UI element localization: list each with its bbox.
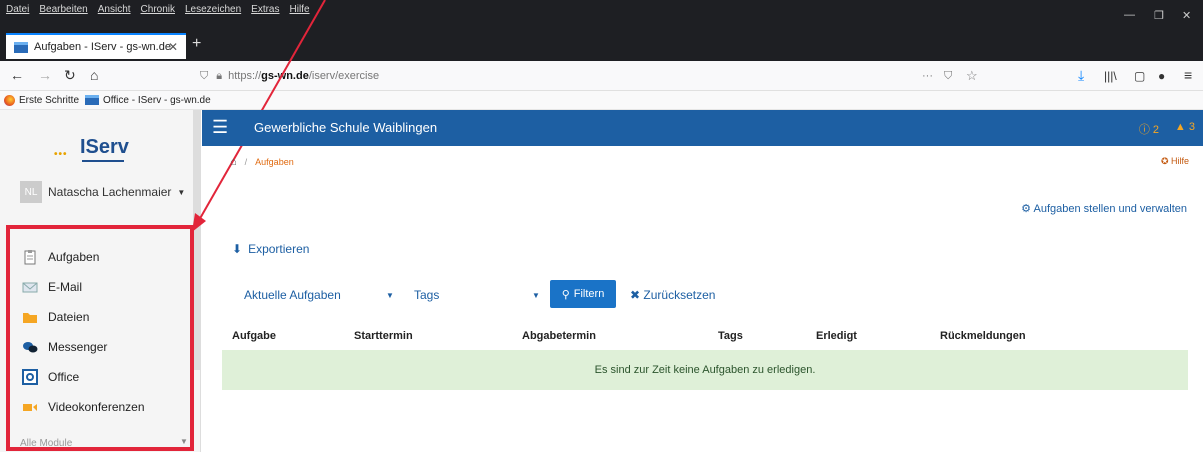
col-tags[interactable]: Tags <box>718 330 743 342</box>
maximize-icon[interactable]: ❐ <box>1154 9 1164 22</box>
new-tab-icon[interactable]: + <box>192 35 201 53</box>
menu-lesezeichen[interactable]: Lesezeichen <box>185 4 241 15</box>
sidebar-toggle-icon[interactable]: ▢ <box>1134 69 1145 83</box>
page-actions-icon[interactable]: ··· <box>922 70 933 82</box>
logo-dots: ••• <box>54 149 68 160</box>
app-header: ☰ Gewerbliche Schule Waiblingen ⓘ 2 ▲ 3 <box>202 110 1203 146</box>
close-icon: ✖ <box>630 288 641 302</box>
table-header: Aufgabe Starttermin Abgabetermin Tags Er… <box>232 330 1192 348</box>
lock-icon: 🔒︎ <box>216 69 223 82</box>
user-name: Natascha Lachenmaier <box>48 185 172 199</box>
home-icon[interactable]: ⌂ <box>230 156 237 168</box>
reset-link[interactable]: ✖ Zurücksetzen <box>630 288 715 302</box>
shield-icon: ⛉ <box>200 69 209 82</box>
status-select[interactable]: Aktuelle Aufgaben <box>244 288 341 302</box>
col-starttermin[interactable]: Starttermin <box>354 330 413 342</box>
tags-select[interactable]: Tags <box>414 288 439 302</box>
avatar: NL <box>20 181 42 203</box>
filter-bar: Aktuelle Aufgaben ▼ Tags ▼ ⚲ Filtern ✖ Z… <box>244 280 764 310</box>
col-rueckmeldungen[interactable]: Rückmeldungen <box>940 330 1026 342</box>
col-abgabetermin[interactable]: Abgabetermin <box>522 330 596 342</box>
breadcrumb: ⌂ / Aufgaben <box>230 156 294 168</box>
export-button[interactable]: ⬇ Exportieren <box>232 242 309 256</box>
menu-extras[interactable]: Extras <box>251 4 279 15</box>
sidebar-scrollbar[interactable] <box>193 110 201 370</box>
reload-icon[interactable]: ↻ <box>64 67 76 84</box>
col-erledigt[interactable]: Erledigt <box>816 330 857 342</box>
notifications-badge[interactable]: ⓘ 2 <box>1139 121 1159 137</box>
bookmark-star-icon[interactable]: ☆ <box>966 68 978 84</box>
iserv-favicon-icon <box>85 95 100 105</box>
hamburger-icon[interactable]: ☰ <box>212 117 228 138</box>
pocket-icon[interactable]: ⛉ <box>944 70 952 83</box>
forward-icon[interactable]: → <box>38 67 52 83</box>
menu-ansicht[interactable]: Ansicht <box>98 4 131 15</box>
firefox-icon <box>4 94 15 106</box>
school-name: Gewerbliche Schule Waiblingen <box>254 120 438 135</box>
close-window-icon[interactable]: ✕ <box>1182 9 1191 22</box>
caret-down-icon[interactable]: ▼ <box>386 291 394 300</box>
alerts-badge[interactable]: ▲ 3 <box>1175 121 1195 133</box>
account-icon[interactable]: ● <box>1158 69 1165 83</box>
menu-hilfe[interactable]: Hilfe <box>290 4 310 15</box>
navigation-bar: ← → ↻ ⌂ ⛉ 🔒︎ https://gs-wn.de/iserv/exer… <box>0 61 1203 91</box>
back-icon[interactable]: ← <box>10 67 24 83</box>
filter-button[interactable]: ⚲ Filtern <box>550 280 616 308</box>
url-text: https://gs-wn.de/iserv/exercise <box>228 70 380 82</box>
browser-menubar: Datei Bearbeiten Ansicht Chronik Lesezei… <box>0 0 1203 29</box>
hamburger-menu-icon[interactable]: ≡ <box>1184 67 1192 83</box>
close-tab-icon[interactable]: ✕ <box>168 40 178 54</box>
breadcrumb-aufgaben[interactable]: Aufgaben <box>255 157 294 167</box>
url-bar[interactable]: ⛉ 🔒︎ https://gs-wn.de/iserv/exercise ···… <box>200 65 1000 87</box>
bookmark-erste-schritte[interactable]: Erste Schritte <box>4 94 79 106</box>
tab-bar: Aufgaben - IServ - gs-wn.de ✕ + <box>0 29 1203 61</box>
help-link[interactable]: ✪ Hilfe <box>1161 156 1189 167</box>
minimize-icon[interactable]: — <box>1124 9 1135 21</box>
browser-tab[interactable]: Aufgaben - IServ - gs-wn.de ✕ <box>6 33 186 59</box>
bookmarks-bar: Erste Schritte Office - IServ - gs-wn.de <box>0 91 1203 110</box>
manage-tasks-link[interactable]: ⚙ Aufgaben stellen und verwalten <box>1021 202 1187 215</box>
col-aufgabe[interactable]: Aufgabe <box>232 330 276 342</box>
library-icon[interactable]: |||\ <box>1104 69 1117 83</box>
iserv-logo[interactable]: ••• IServ <box>54 136 129 162</box>
export-icon: ⬇ <box>232 242 243 256</box>
caret-down-icon[interactable]: ▼ <box>532 291 540 300</box>
gear-icon: ⚙ <box>1021 203 1032 215</box>
tab-title: Aufgaben - IServ - gs-wn.de <box>34 41 171 53</box>
search-icon: ⚲ <box>561 288 570 301</box>
bookmark-office[interactable]: Office - IServ - gs-wn.de <box>85 95 211 106</box>
menu-chronik[interactable]: Chronik <box>141 4 175 15</box>
iserv-favicon-icon <box>14 41 28 53</box>
menu-bearbeiten[interactable]: Bearbeiten <box>39 4 87 15</box>
menu-datei[interactable]: Datei <box>6 4 29 15</box>
empty-table-message: Es sind zur Zeit keine Aufgaben zu erled… <box>222 350 1188 390</box>
caret-down-icon: ▼ <box>177 187 186 197</box>
highlight-box <box>6 225 194 451</box>
home-icon[interactable]: ⌂ <box>90 67 98 83</box>
user-menu[interactable]: NL Natascha Lachenmaier ▼ <box>20 181 185 203</box>
download-icon[interactable]: ⤓ <box>1078 67 1084 84</box>
